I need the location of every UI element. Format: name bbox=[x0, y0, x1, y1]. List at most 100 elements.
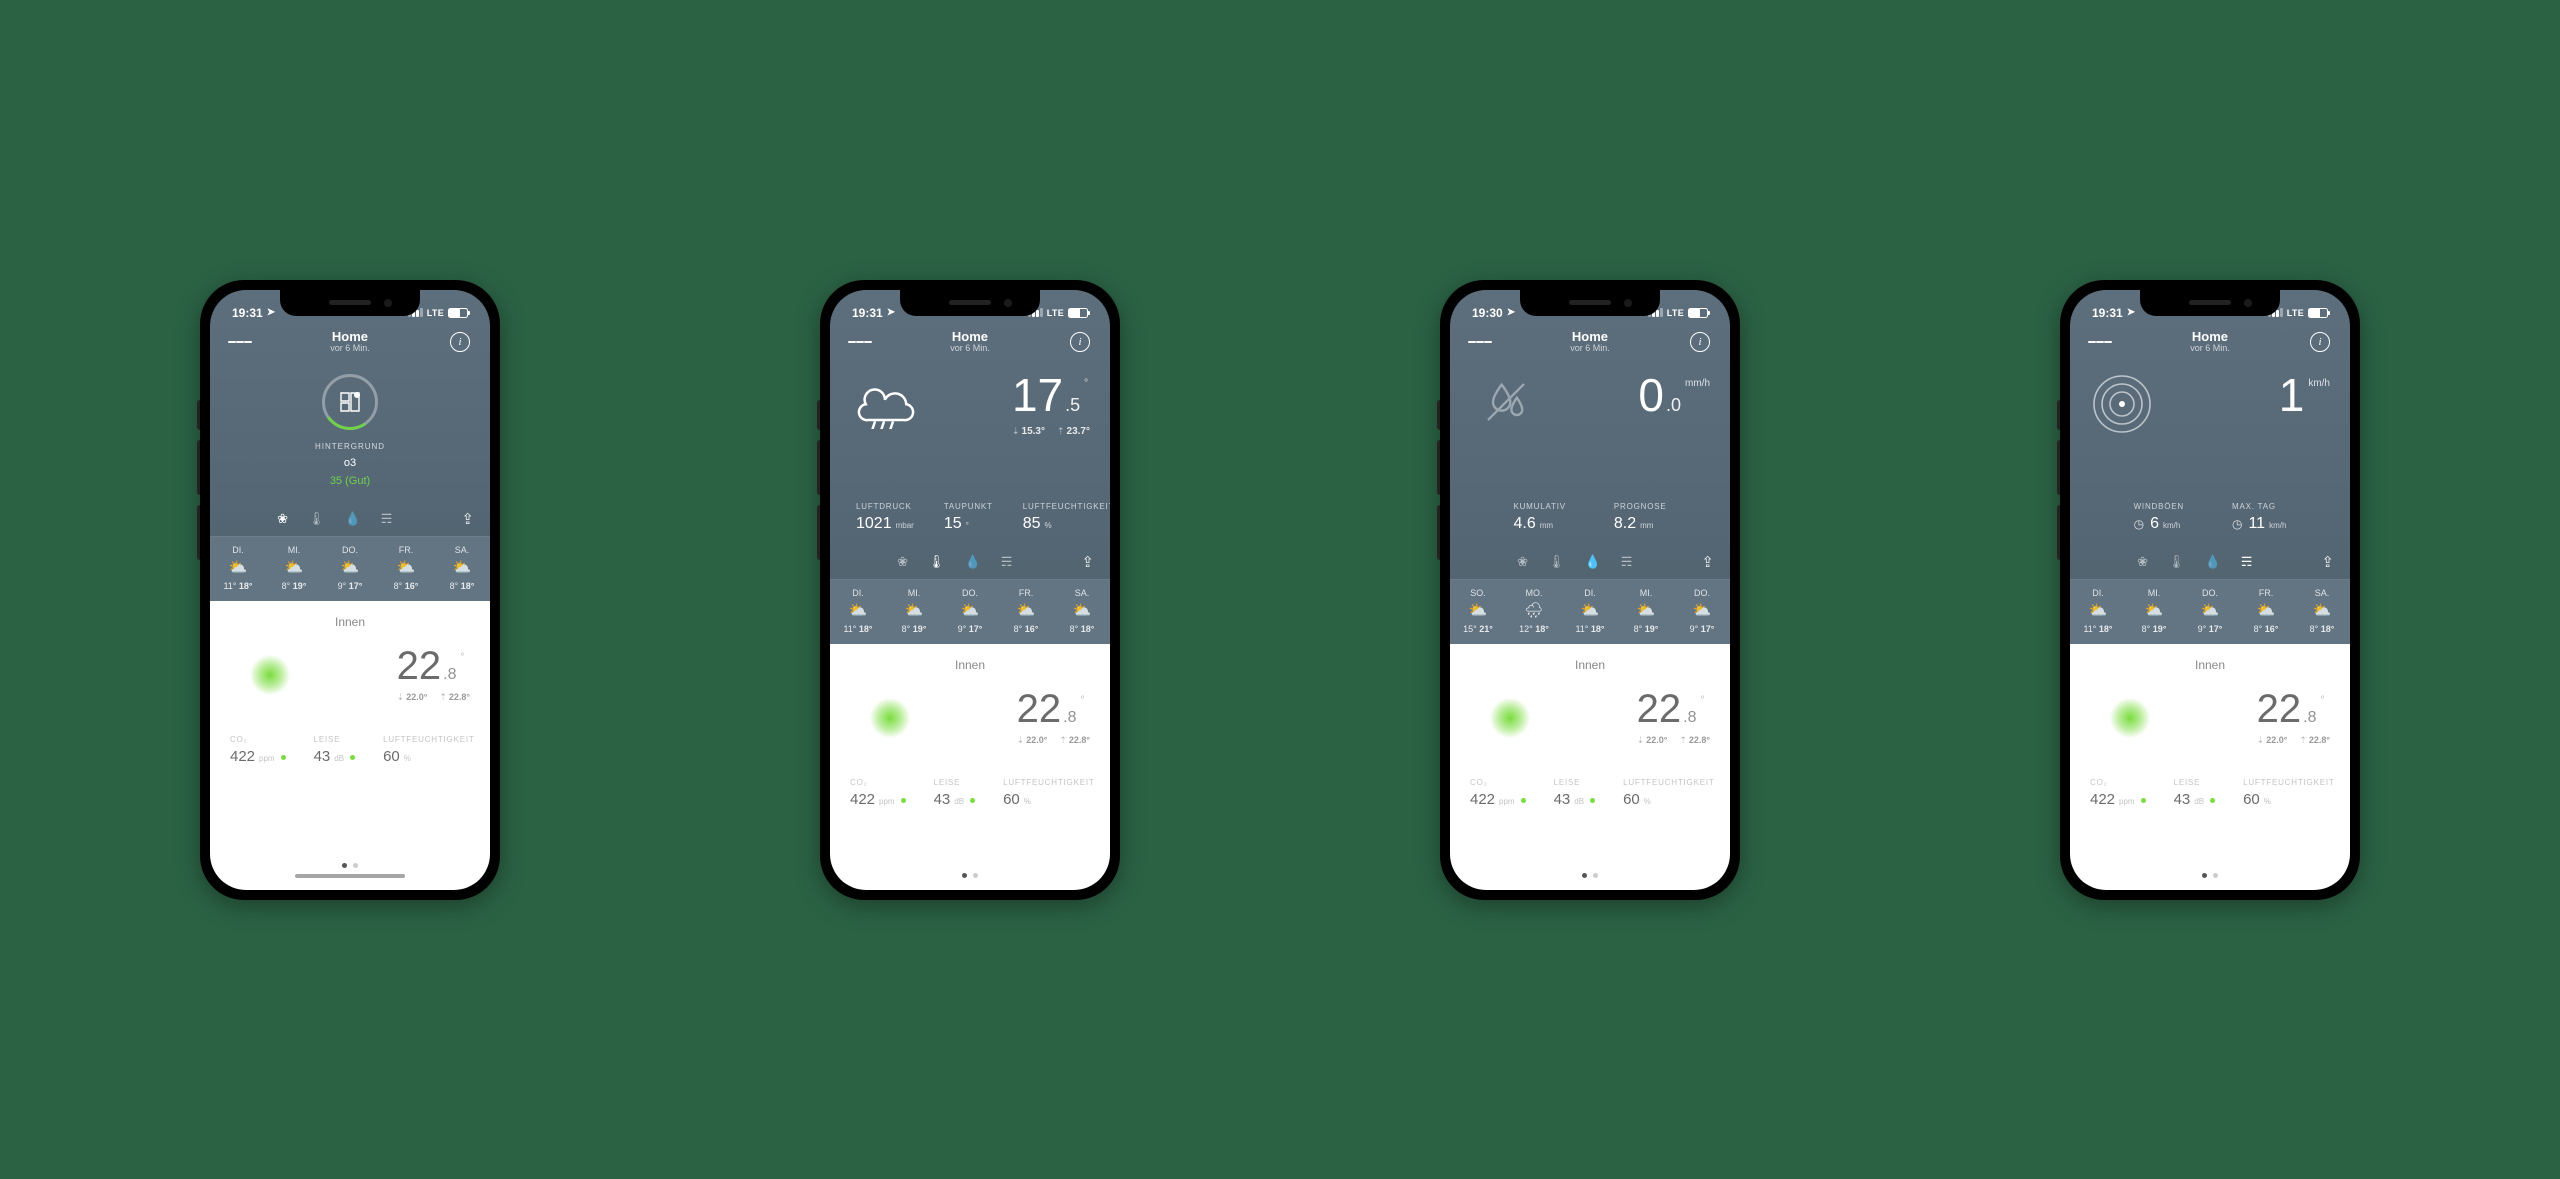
tab-rain-icon[interactable]: 💧 bbox=[345, 511, 361, 527]
last-updated: vor 6 Min. bbox=[1570, 344, 1610, 354]
indoor-pane[interactable]: Innen 22.8° ⇣22.0°⇡22.8° CO₂422ppm LEISE… bbox=[830, 644, 1110, 890]
page-dots[interactable] bbox=[850, 863, 1090, 878]
page-dots[interactable] bbox=[1470, 863, 1710, 878]
battery-icon bbox=[2308, 308, 2328, 318]
share-button[interactable]: ⇪ bbox=[1081, 553, 1094, 571]
menu-button[interactable] bbox=[228, 330, 252, 354]
forecast-day[interactable]: DI.⛅11° 18° bbox=[830, 580, 886, 644]
indoor-status-glow-icon bbox=[1470, 678, 1550, 758]
tab-temp-icon[interactable]: 🌡 bbox=[2168, 554, 2185, 570]
page-dots[interactable] bbox=[230, 853, 470, 868]
humidity-outdoor-stat: LUFTFEUCHTIGKEIT85% bbox=[1023, 502, 1110, 533]
forecast-strip[interactable]: DI.⛅11° 18° MI.⛅8° 19° DO.⛅9° 17° FR.⛅8°… bbox=[2070, 579, 2350, 644]
tab-air-icon[interactable]: ❀ bbox=[897, 554, 908, 570]
app-header: Homevor 6 Min. i bbox=[1450, 328, 1730, 362]
home-indicator[interactable] bbox=[295, 874, 405, 878]
weather-icon: 🌧 bbox=[1506, 602, 1562, 620]
status-dot-icon bbox=[1521, 798, 1526, 803]
share-button[interactable]: ⇪ bbox=[1701, 553, 1714, 571]
tab-wind-icon[interactable]: ☴ bbox=[1621, 554, 1633, 570]
tab-rain-icon[interactable]: 💧 bbox=[1585, 554, 1601, 570]
status-dot-icon bbox=[901, 798, 906, 803]
tab-wind-icon[interactable]: ☴ bbox=[1001, 554, 1013, 570]
noise-stat: LEISE43dB bbox=[314, 735, 355, 765]
forecast-strip[interactable]: DI.⛅11° 18° MI.⛅8° 19° DO.⛅9° 17° FR.⛅8°… bbox=[210, 536, 490, 601]
status-time: 19:31 bbox=[2092, 306, 2123, 320]
max-icon: ⇡ bbox=[1059, 735, 1067, 745]
location-icon: ➤ bbox=[267, 307, 275, 318]
tab-wind-icon[interactable]: ☴ bbox=[381, 511, 393, 527]
forecast-day[interactable]: DO.⛅9° 17° bbox=[322, 537, 378, 601]
network-label: LTE bbox=[2287, 308, 2304, 318]
forecast-day[interactable]: MI.⛅8° 19° bbox=[1618, 580, 1674, 644]
info-button[interactable]: i bbox=[2308, 330, 2332, 354]
forecast-day[interactable]: FR.⛅8° 16° bbox=[378, 537, 434, 601]
forecast-day[interactable]: SA.⛅8° 18° bbox=[1054, 580, 1110, 644]
share-button[interactable]: ⇪ bbox=[2321, 553, 2334, 571]
forecast-strip[interactable]: SO.⛅15° 21° MO.🌧12° 18° DI.⛅11° 18° MI.⛅… bbox=[1450, 579, 1730, 644]
indoor-pane[interactable]: Innen 22.8° ⇣22.0°⇡22.8° CO₂422ppm LEISE… bbox=[210, 601, 490, 890]
page-dots[interactable] bbox=[2090, 863, 2330, 878]
tab-wind-icon[interactable]: ☴ bbox=[2241, 554, 2253, 570]
info-button[interactable]: i bbox=[1688, 330, 1712, 354]
rain-hero[interactable]: 0.0mm/h bbox=[1450, 362, 1730, 502]
info-button[interactable]: i bbox=[1068, 330, 1092, 354]
weather-icon: ⛅ bbox=[322, 559, 378, 577]
menu-button[interactable] bbox=[2088, 330, 2112, 354]
forecast-day[interactable]: DI.⛅11° 18° bbox=[1562, 580, 1618, 644]
forecast-day[interactable]: SA.⛅8° 18° bbox=[2294, 580, 2350, 644]
screen: 19:31➤ LTE Homevor 6 Min. i 1km/h bbox=[2070, 290, 2350, 890]
tab-air-icon[interactable]: ❀ bbox=[1517, 554, 1528, 570]
forecast-day[interactable]: SO.⛅15° 21° bbox=[1450, 580, 1506, 644]
forecast-day[interactable]: DI.⛅11° 18° bbox=[210, 537, 266, 601]
app-header: Homevor 6 Min. i bbox=[830, 328, 1110, 362]
tab-air-icon[interactable]: ❀ bbox=[2137, 554, 2148, 570]
max-icon: ⇡ bbox=[2299, 735, 2307, 745]
forecast-day[interactable]: FR.⛅8° 16° bbox=[998, 580, 1054, 644]
forecast-day[interactable]: MI.⛅8° 19° bbox=[886, 580, 942, 644]
notch bbox=[2140, 290, 2280, 316]
forecast-day[interactable]: DO.⛅9° 17° bbox=[942, 580, 998, 644]
wind-max-stat: MAX. TAG◷11km/h bbox=[2232, 502, 2286, 533]
max-icon: ⇡ bbox=[1057, 426, 1065, 436]
forecast-day[interactable]: MI.⛅8° 19° bbox=[266, 537, 322, 601]
weather-icon: ⛅ bbox=[2182, 602, 2238, 620]
weather-icon: ⛅ bbox=[1562, 602, 1618, 620]
weather-icon: ⛅ bbox=[266, 559, 322, 577]
tab-temp-icon[interactable]: 🌡 bbox=[928, 554, 945, 570]
share-button[interactable]: ⇪ bbox=[461, 510, 474, 528]
air-quality-hero[interactable]: HINTERGRUND o3 35 (Gut) bbox=[210, 362, 490, 502]
forecast-day[interactable]: DI.⛅11° 18° bbox=[2070, 580, 2126, 644]
forecast-day[interactable]: DO.⛅9° 17° bbox=[1674, 580, 1730, 644]
forecast-day[interactable]: MO.🌧12° 18° bbox=[1506, 580, 1562, 644]
indoor-temperature: 22.8° ⇣22.0°⇡22.8° bbox=[2257, 689, 2330, 746]
max-icon: ⇡ bbox=[1679, 735, 1687, 745]
status-time: 19:31 bbox=[852, 306, 883, 320]
info-button[interactable]: i bbox=[448, 330, 472, 354]
indoor-title: Innen bbox=[1470, 658, 1710, 672]
menu-button[interactable] bbox=[1468, 330, 1492, 354]
tab-rain-icon[interactable]: 💧 bbox=[2205, 554, 2221, 570]
forecast-day[interactable]: SA.⛅8° 18° bbox=[434, 537, 490, 601]
indoor-title: Innen bbox=[2090, 658, 2330, 672]
notch bbox=[900, 290, 1040, 316]
tab-rain-icon[interactable]: 💧 bbox=[965, 554, 981, 570]
forecast-day[interactable]: FR.⛅8° 16° bbox=[2238, 580, 2294, 644]
app-header: Home vor 6 Min. i bbox=[210, 328, 490, 362]
indoor-pane[interactable]: Innen 22.8° ⇣22.0°⇡22.8° CO₂422ppm LEISE… bbox=[2070, 644, 2350, 890]
phone-frame: 19:30➤ LTE Homevor 6 Min. i 0.0mm/h bbox=[1440, 280, 1740, 900]
weather-icon: ⛅ bbox=[1054, 602, 1110, 620]
last-updated: vor 6 Min. bbox=[950, 344, 990, 354]
forecast-day[interactable]: DO.⛅9° 17° bbox=[2182, 580, 2238, 644]
indoor-pane[interactable]: Innen 22.8° ⇣22.0°⇡22.8° CO₂422ppm LEISE… bbox=[1450, 644, 1730, 890]
forecast-day[interactable]: MI.⛅8° 19° bbox=[2126, 580, 2182, 644]
tab-temp-icon[interactable]: 🌡 bbox=[308, 511, 325, 527]
status-dot-icon bbox=[2210, 798, 2215, 803]
wind-hero[interactable]: 1km/h bbox=[2070, 362, 2350, 502]
indoor-title: Innen bbox=[850, 658, 1090, 672]
temperature-hero[interactable]: 17.5° ⇣15.3°⇡23.7° bbox=[830, 362, 1110, 502]
tab-air-icon[interactable]: ❀ bbox=[277, 511, 288, 527]
tab-temp-icon[interactable]: 🌡 bbox=[1548, 554, 1565, 570]
forecast-strip[interactable]: DI.⛅11° 18° MI.⛅8° 19° DO.⛅9° 17° FR.⛅8°… bbox=[830, 579, 1110, 644]
menu-button[interactable] bbox=[848, 330, 872, 354]
